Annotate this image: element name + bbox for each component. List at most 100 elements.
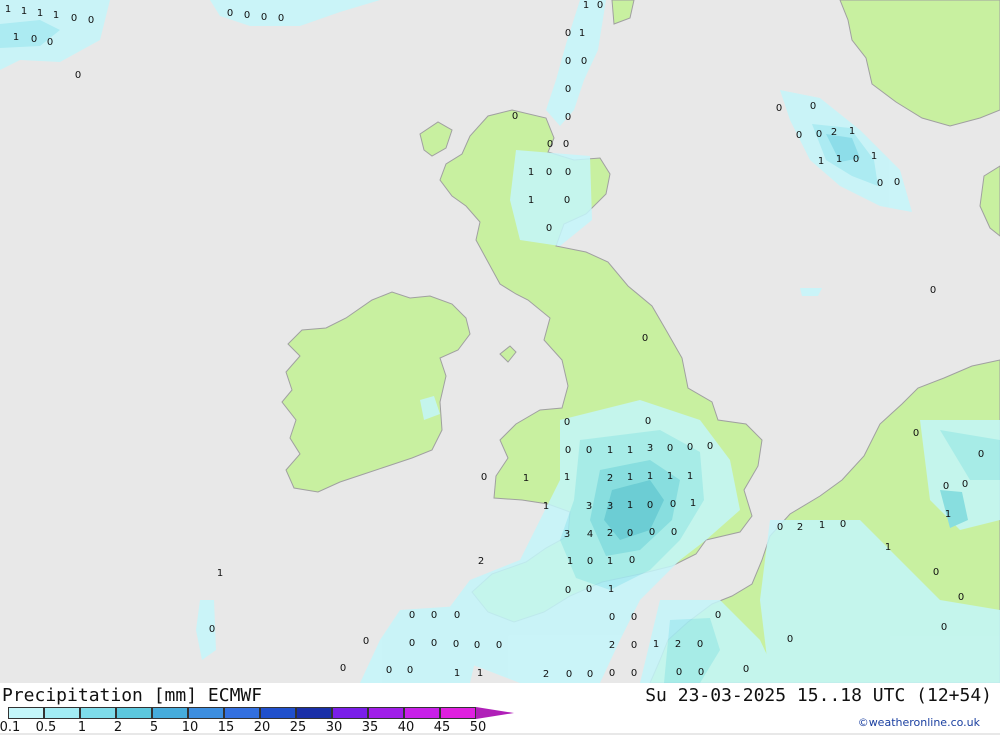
precip-value: 0 <box>496 640 502 651</box>
precip-value: 0 <box>88 15 94 26</box>
legend-swatch <box>296 707 332 719</box>
precip-value: 2 <box>797 522 803 533</box>
precip-value: 0 <box>454 610 460 621</box>
precip-value: 0 <box>687 442 693 453</box>
precip-value: 0 <box>698 667 704 678</box>
precip-value: 1 <box>543 501 549 512</box>
precip-value: 1 <box>627 472 633 483</box>
precip-value: 0 <box>787 634 793 645</box>
map-title: Precipitation [mm] ECMWF <box>2 685 263 706</box>
precip-value: 1 <box>818 156 824 167</box>
precip-value: 1 <box>528 195 534 206</box>
precip-value: 1 <box>607 556 613 567</box>
precip-value: 2 <box>607 528 613 539</box>
precip-value: 1 <box>607 445 613 456</box>
precip-value: 1 <box>567 556 573 567</box>
precipitation-map: 1 1 1 1 0 0 1 0 0 0 0 0 0 0 1 0 0 1 0 0 0 0 0 0 0 1 0 0 1 0 0 0 0 2 1 0 0 1 1 0… <box>0 0 1000 684</box>
precip-value: 0 <box>261 12 267 23</box>
precip-value: 0 <box>649 527 655 538</box>
precip-value: 0 <box>715 610 721 621</box>
precip-value: 1 <box>5 4 11 15</box>
precip-value: 1 <box>523 473 529 484</box>
precip-value: 1 <box>690 498 696 509</box>
precip-value: 0 <box>631 668 637 679</box>
precip-value: 1 <box>945 509 951 520</box>
legend-swatch <box>188 707 224 719</box>
legend-swatch <box>80 707 116 719</box>
precip-value: 2 <box>478 556 484 567</box>
legend-swatch <box>332 707 368 719</box>
precip-value: 0 <box>707 441 713 452</box>
precip-value: 3 <box>607 501 613 512</box>
precip-value: 0 <box>546 223 552 234</box>
precip-value: 0 <box>431 638 437 649</box>
precip-value: 0 <box>581 56 587 67</box>
precip-value: 0 <box>407 665 413 676</box>
precip-value: 1 <box>454 668 460 679</box>
precip-value: 0 <box>978 449 984 460</box>
precip-value: 0 <box>47 37 53 48</box>
precip-value: 4 <box>587 529 593 540</box>
precip-value: 1 <box>528 167 534 178</box>
precip-value: 0 <box>894 177 900 188</box>
precip-value: 0 <box>564 417 570 428</box>
precip-value: 0 <box>563 139 569 150</box>
precip-value: 1 <box>579 28 585 39</box>
precip-value: 1 <box>53 10 59 21</box>
precip-value: 1 <box>477 668 483 679</box>
precip-value: 0 <box>565 445 571 456</box>
precip-value: 2 <box>543 669 549 680</box>
precip-value: 0 <box>244 10 250 21</box>
legend-swatch <box>152 707 188 719</box>
legend-swatch <box>116 707 152 719</box>
precip-value: 0 <box>586 584 592 595</box>
precip-value: 0 <box>278 13 284 24</box>
precip-value: 0 <box>810 101 816 112</box>
precip-value: 0 <box>565 56 571 67</box>
precip-value: 1 <box>819 520 825 531</box>
precip-value: 0 <box>564 195 570 206</box>
precip-value: 0 <box>227 8 233 19</box>
precip-value: 1 <box>583 0 589 11</box>
precip-value: 0 <box>943 481 949 492</box>
precip-value: 0 <box>631 640 637 651</box>
precip-value: 3 <box>586 501 592 512</box>
precip-value: 0 <box>642 333 648 344</box>
precip-value: 0 <box>565 585 571 596</box>
precip-value: 1 <box>687 471 693 482</box>
precip-value: 1 <box>667 471 673 482</box>
precip-value: 0 <box>386 665 392 676</box>
precip-value: 0 <box>913 428 919 439</box>
precip-value: 0 <box>409 638 415 649</box>
precip-value: 0 <box>75 70 81 81</box>
precip-value: 0 <box>565 167 571 178</box>
precip-value: 0 <box>586 445 592 456</box>
precip-value: 0 <box>670 499 676 510</box>
precip-value: 0 <box>631 612 637 623</box>
precip-value: 0 <box>877 178 883 189</box>
precip-value: 0 <box>627 528 633 539</box>
precip-value: 0 <box>512 111 518 122</box>
precip-value: 0 <box>453 639 459 650</box>
precip-value: 1 <box>885 542 891 553</box>
precip-value: 1 <box>37 8 43 19</box>
precip-value: 0 <box>697 639 703 650</box>
precip-value: 1 <box>217 568 223 579</box>
precip-value: 1 <box>627 445 633 456</box>
precip-value: 0 <box>587 556 593 567</box>
precip-value: 2 <box>675 639 681 650</box>
precip-value: 0 <box>547 139 553 150</box>
precip-value: 0 <box>776 103 782 114</box>
precip-value: 0 <box>671 527 677 538</box>
credit-link[interactable]: ©weatheronline.co.uk <box>858 716 980 729</box>
precip-value: 0 <box>31 34 37 45</box>
precip-value: 0 <box>816 129 822 140</box>
precip-value: 0 <box>481 472 487 483</box>
valid-time: Su 23-03-2025 15..18 UTC (12+54) <box>645 685 992 706</box>
precip-value: 1 <box>647 471 653 482</box>
precip-value: 0 <box>71 13 77 24</box>
precip-value: 0 <box>474 640 480 651</box>
precip-value: 0 <box>796 130 802 141</box>
precip-value: 1 <box>608 584 614 595</box>
legend-swatch <box>8 707 44 719</box>
